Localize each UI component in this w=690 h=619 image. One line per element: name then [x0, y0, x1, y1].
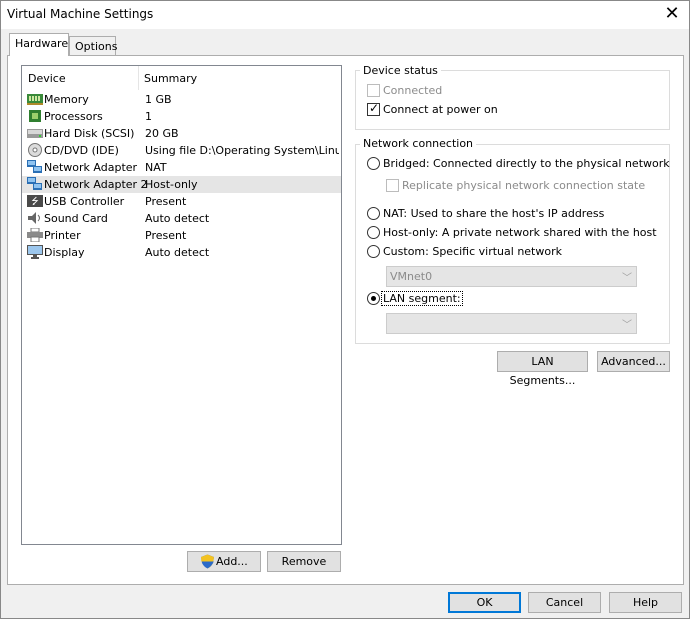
device-name: Processors: [44, 110, 103, 123]
device-name: Display: [44, 246, 85, 259]
hard-disk-icon: [27, 129, 43, 138]
advanced-button-label: Advanced...: [601, 355, 666, 368]
device-name: CD/DVD (IDE): [44, 144, 119, 157]
device-summary: NAT: [145, 161, 167, 174]
usb-icon: ⭍: [27, 195, 43, 207]
device-name: Hard Disk (SCSI): [44, 127, 135, 140]
device-summary: Present: [145, 229, 187, 242]
nat-radio[interactable]: [367, 207, 380, 220]
column-separator[interactable]: [138, 66, 139, 90]
window-title: Virtual Machine Settings: [7, 7, 154, 21]
remove-button[interactable]: Remove: [267, 551, 341, 572]
device-status-group: [355, 70, 670, 130]
device-name: Sound Card: [44, 212, 108, 225]
device-list[interactable]: Device Summary Memory 1 GB Processors 1 …: [21, 65, 342, 545]
replicate-state-label: Replicate physical network connection st…: [402, 179, 646, 192]
host-only-radio[interactable]: [367, 226, 380, 239]
printer-icon: [27, 228, 43, 242]
ok-button[interactable]: OK: [448, 592, 521, 613]
custom-label: Custom: Specific virtual network: [383, 245, 562, 258]
cd-dvd-icon: [28, 143, 42, 157]
column-header-summary[interactable]: Summary: [144, 72, 197, 85]
device-row-cd-dvd[interactable]: CD/DVD (IDE) Using file D:\Operating Sys…: [22, 142, 341, 159]
close-icon[interactable]: ✕: [655, 1, 689, 29]
device-summary: 1 GB: [145, 93, 172, 106]
device-row-hard-disk[interactable]: Hard Disk (SCSI) 20 GB: [22, 125, 341, 142]
speaker-icon: [28, 212, 40, 224]
chevron-down-icon: ﹀: [622, 320, 632, 331]
device-row-usb-controller[interactable]: ⭍ USB Controller Present: [22, 193, 341, 210]
device-summary: 1: [145, 110, 152, 123]
connect-at-power-on-label: Connect at power on: [383, 103, 498, 116]
connected-checkbox[interactable]: [367, 84, 380, 97]
connect-at-power-on-checkbox[interactable]: ✓: [367, 101, 380, 116]
device-name: Memory: [44, 93, 89, 106]
device-row-processors[interactable]: Processors 1: [22, 108, 341, 125]
device-summary: Using file D:\Operating System\Linux...: [145, 144, 339, 157]
tab-hardware-label: Hardware: [15, 37, 69, 50]
network-connection-title: Network connection: [360, 137, 477, 150]
shield-icon: [201, 554, 214, 569]
advanced-button[interactable]: Advanced...: [597, 351, 670, 372]
device-row-display[interactable]: Display Auto detect: [22, 244, 341, 261]
network-adapter-icon: [27, 160, 42, 173]
lan-segment-radio[interactable]: [367, 292, 380, 305]
chevron-down-icon: ﹀: [622, 273, 632, 284]
custom-radio[interactable]: [367, 245, 380, 258]
device-summary: Host-only: [145, 178, 198, 191]
lan-segment-label: LAN segment:: [381, 291, 463, 306]
add-button-label: Add...: [216, 555, 248, 568]
lan-segments-button-label: LAN Segments...: [509, 355, 576, 387]
nat-label: NAT: Used to share the host's IP address: [383, 207, 605, 220]
device-name: Network Adapter 2: [44, 178, 148, 191]
device-row-network-adapter[interactable]: Network Adapter NAT: [22, 159, 341, 176]
check-icon: ✓: [369, 101, 380, 115]
lan-segment-select[interactable]: ﹀: [386, 313, 637, 334]
memory-icon: [27, 94, 43, 105]
device-row-printer[interactable]: Printer Present: [22, 227, 341, 244]
host-only-label: Host-only: A private network shared with…: [383, 226, 657, 239]
remove-button-label: Remove: [281, 555, 327, 568]
custom-network-value: VMnet0: [390, 270, 433, 283]
processor-icon: [29, 110, 41, 122]
bridged-label: Bridged: Connected directly to the physi…: [383, 157, 670, 170]
tab-options[interactable]: Options: [69, 36, 118, 56]
device-row-network-adapter-2[interactable]: Network Adapter 2 Host-only: [22, 176, 341, 193]
lan-segments-button[interactable]: LAN Segments...: [497, 351, 588, 387]
help-button[interactable]: Help: [609, 592, 682, 613]
device-row-memory[interactable]: Memory 1 GB: [22, 91, 341, 108]
device-summary: Auto detect: [145, 212, 210, 225]
connected-label: Connected: [383, 84, 443, 97]
cancel-button-label: Cancel: [545, 596, 584, 609]
display-icon: [27, 245, 43, 259]
network-adapter-icon: [27, 177, 42, 190]
device-name: USB Controller: [44, 195, 125, 208]
svg-text:⭍: ⭍: [31, 196, 39, 207]
device-name: Network Adapter: [44, 161, 138, 174]
column-header-device[interactable]: Device: [28, 72, 66, 85]
help-button-label: Help: [632, 596, 659, 609]
tab-options-label: Options: [75, 40, 118, 53]
tab-hardware[interactable]: Hardware: [9, 33, 69, 56]
add-button[interactable]: Add...: [187, 551, 261, 572]
vm-settings-window: Virtual Machine Settings ✕ Hardware Opti…: [0, 0, 690, 619]
custom-network-select[interactable]: VMnet0 ﹀: [386, 266, 637, 287]
device-summary: 20 GB: [145, 127, 179, 140]
bridged-radio[interactable]: [367, 157, 380, 170]
ok-button-label: OK: [476, 596, 493, 609]
device-list-header: Device Summary: [22, 66, 341, 90]
radio-selected-dot: [371, 296, 376, 301]
device-summary: Auto detect: [145, 246, 210, 259]
device-name: Printer: [44, 229, 81, 242]
device-summary: Present: [145, 195, 187, 208]
device-status-title: Device status: [360, 64, 441, 77]
title-bar: Virtual Machine Settings ✕: [1, 1, 689, 29]
replicate-state-checkbox[interactable]: [386, 179, 399, 192]
cancel-button[interactable]: Cancel: [528, 592, 601, 613]
device-row-sound-card[interactable]: Sound Card Auto detect: [22, 210, 341, 227]
